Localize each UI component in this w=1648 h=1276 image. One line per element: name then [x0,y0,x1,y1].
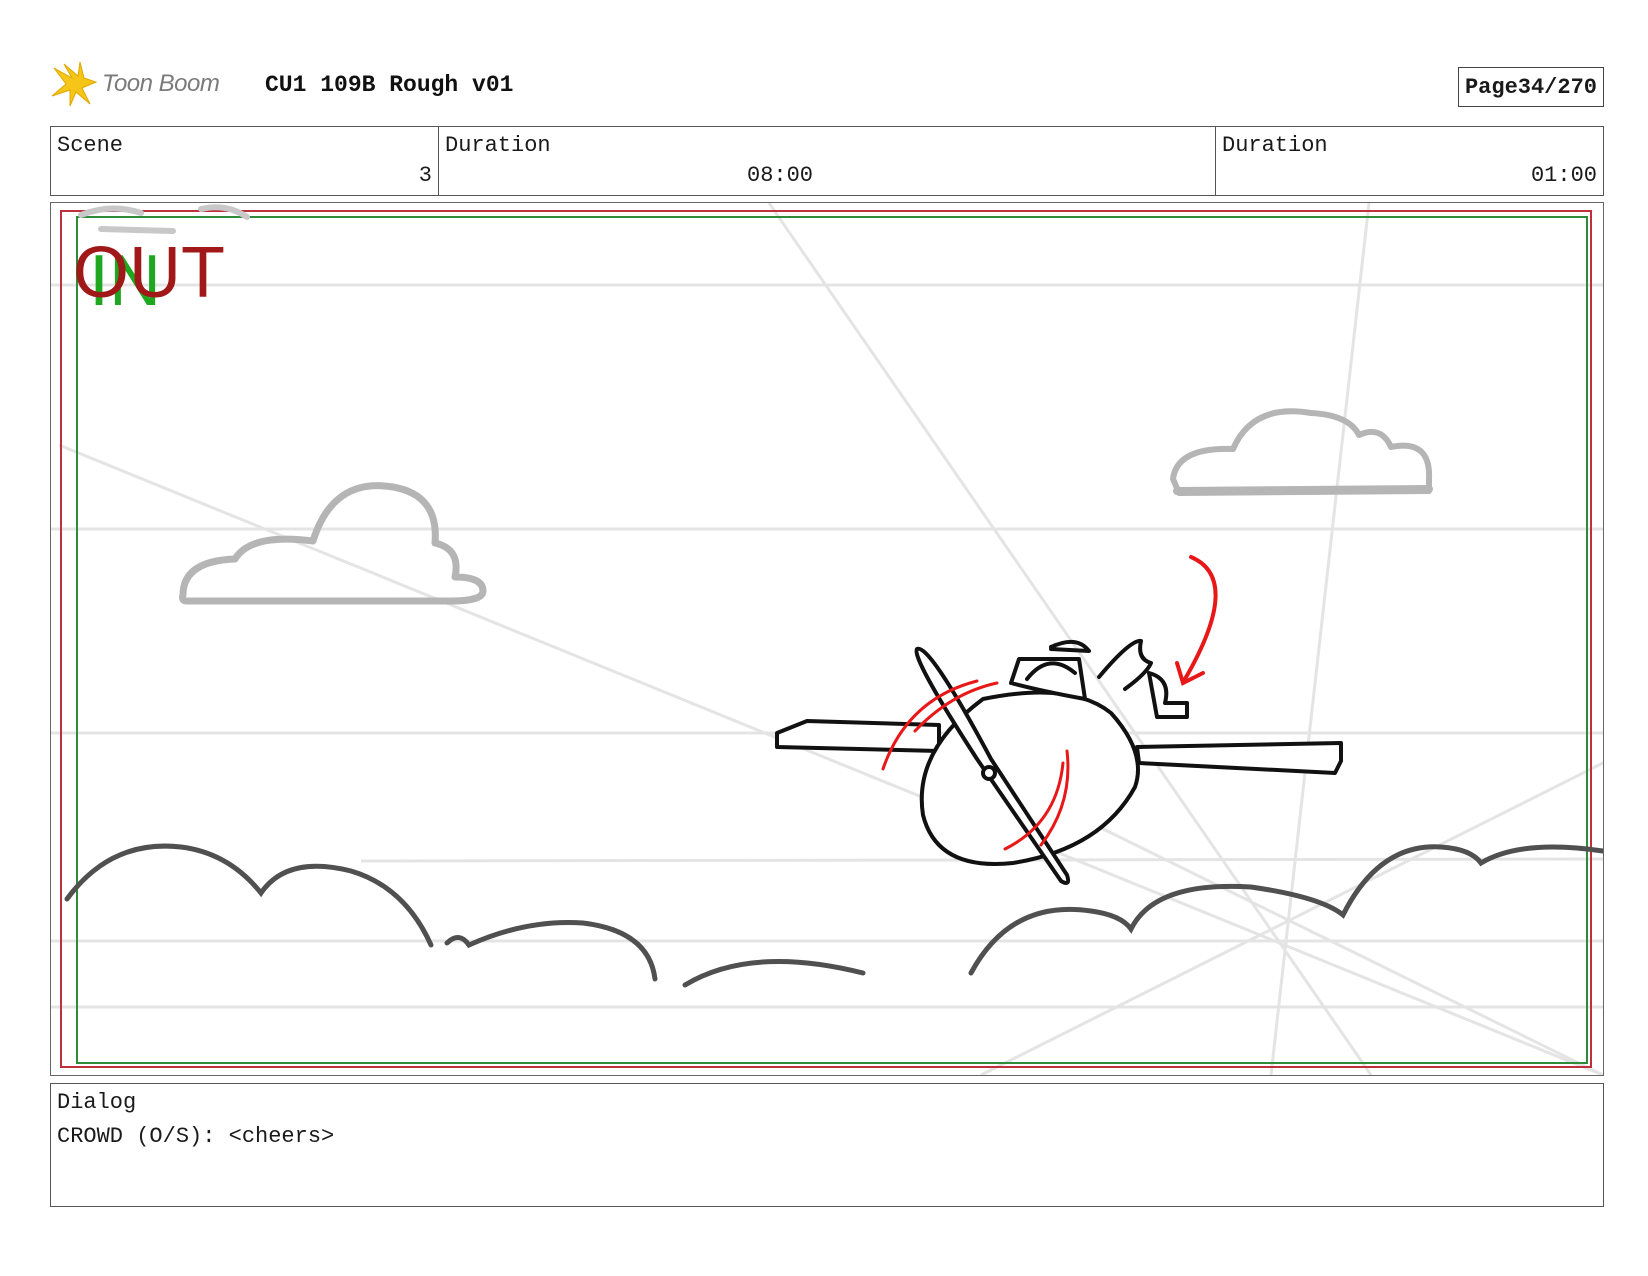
scene-cell: Scene 3 [51,127,439,195]
plane [775,638,1343,885]
propeller-hub [981,765,997,781]
scene-label: Scene [57,133,124,158]
panel-duration-value: 01:00 [1530,163,1597,188]
storyboard-panel: IN OUT [50,202,1604,1076]
scene-info-row: Scene 3 Duration 08:00 Duration 01:00 [50,126,1604,196]
page-label: Page [1464,74,1518,100]
page-indicator: Page 34/270 [1457,67,1604,107]
left-wing [775,719,941,753]
right-wing [1135,741,1343,775]
document-title: CU1 109B Rough v01 [265,72,514,98]
starburst-icon [51,61,98,107]
page-number: 34/270 [1517,74,1597,100]
title-safe-frame [76,216,1588,1064]
panel-duration-label: Duration [1222,133,1328,158]
cloud-right [1170,408,1433,496]
cloud-bank [64,843,1603,988]
cloud-left [179,482,487,605]
motion-arrow [1175,555,1218,686]
action-safe-frame [60,210,1592,1068]
scene-duration-label: Duration [445,133,551,158]
dialog-line: CROWD (O/S): <cheers> [57,1124,335,1149]
logo-text: Toon Boom [102,70,220,97]
cloud-right-underline [1173,485,1433,495]
scene-duration-value: 08:00 [747,163,814,188]
out-marker: OUT [73,233,225,313]
storyboard-header: Toon Boom CU1 109B Rough v01 Page 34/270 [50,56,1604,112]
perspective-guides [51,203,1603,1075]
panel-duration-cell: Duration 01:00 [1216,127,1603,195]
toon-boom-logo: Toon Boom [50,56,250,112]
dialog-box: Dialog CROWD (O/S): <cheers> [50,1083,1604,1207]
scene-number: 3 [418,163,432,188]
tail [1097,638,1153,691]
panel-drawing: IN OUT [51,203,1603,1075]
scene-duration-cell: Duration 08:00 [439,127,1216,195]
pilot-goggles [1049,639,1091,653]
dialog-label: Dialog [57,1090,137,1115]
